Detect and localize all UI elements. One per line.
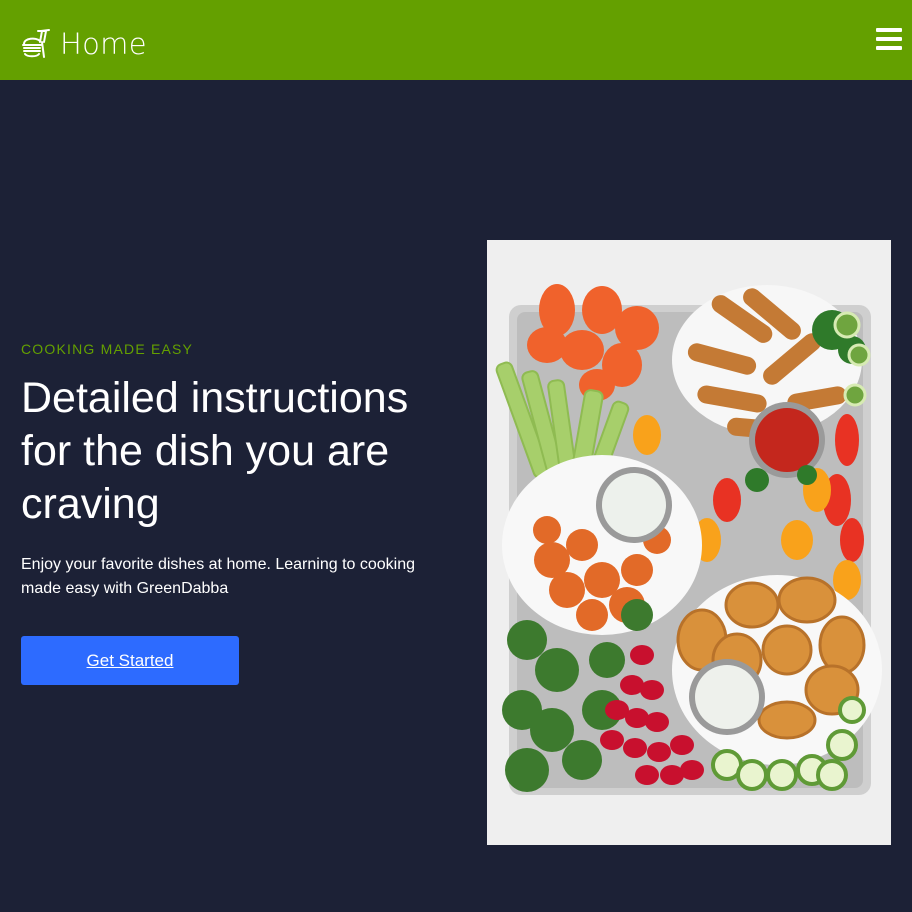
hero-eyebrow: COOKING MADE EASY xyxy=(21,341,194,357)
brand-label: Home xyxy=(60,27,147,61)
hamburger-menu-icon[interactable] xyxy=(876,26,902,52)
hero-food-image xyxy=(487,240,891,845)
food-bowl-icon xyxy=(20,28,52,60)
top-navbar: Home xyxy=(0,0,912,80)
hero-headline: Detailed instructions for the dish you a… xyxy=(21,374,409,528)
get-started-button[interactable]: Get Started xyxy=(21,636,239,685)
home-link[interactable]: Home xyxy=(20,24,147,64)
hero-description: Enjoy your favorite dishes at home. Lear… xyxy=(21,556,416,597)
